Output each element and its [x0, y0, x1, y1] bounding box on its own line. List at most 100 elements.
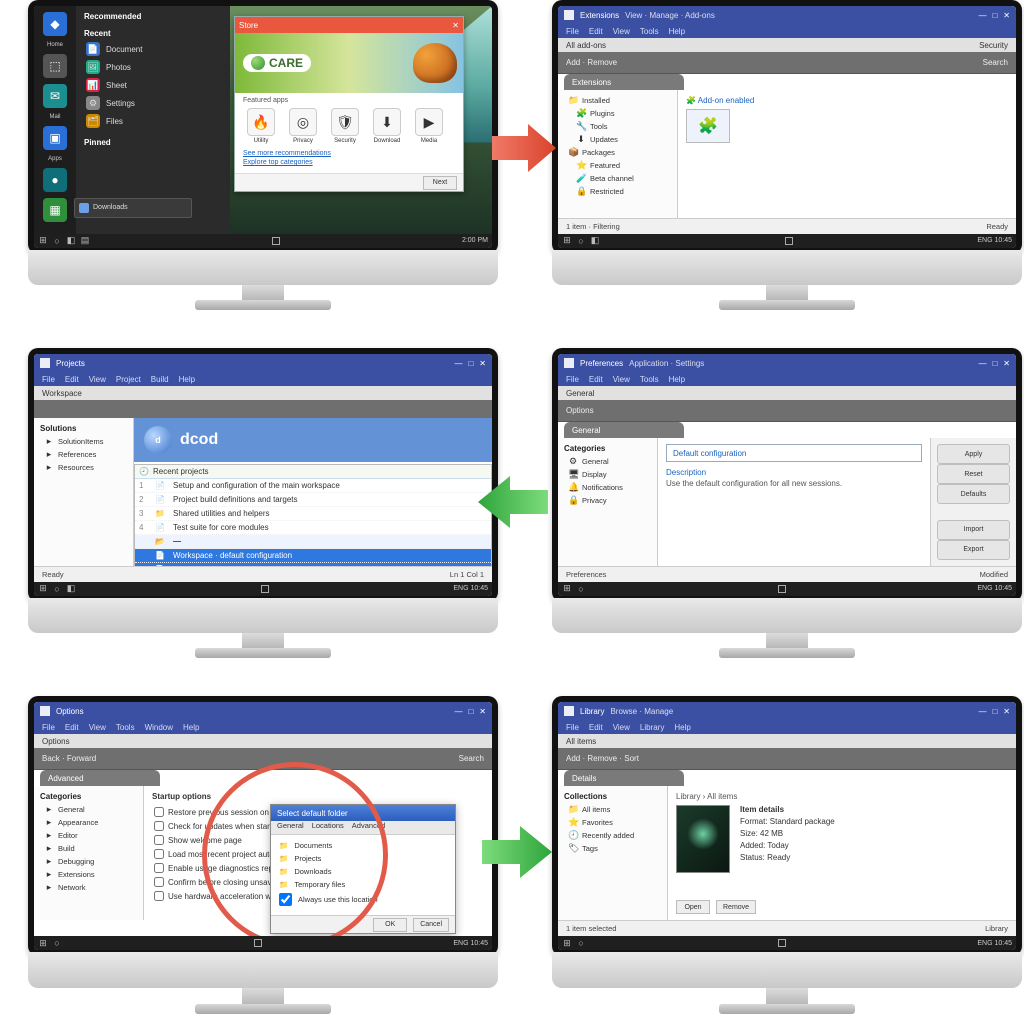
menu-item[interactable]: View	[89, 375, 106, 384]
start-icon[interactable]: ⊞	[562, 938, 572, 948]
tree-item[interactable]: 📦Packages	[562, 146, 673, 159]
start-item[interactable]: ⚙Settings	[84, 94, 222, 112]
task-icon[interactable]	[785, 237, 793, 245]
maximize-icon[interactable]: □	[992, 11, 997, 20]
menu-item[interactable]: File	[566, 723, 579, 732]
start-icon[interactable]: ⊞	[562, 584, 572, 594]
start-icon[interactable]: ⊞	[38, 236, 48, 246]
tree-item[interactable]: ⬇Updates	[562, 133, 673, 146]
tree-item[interactable]: 🔒Privacy	[562, 494, 653, 507]
sub-menu-bar[interactable]: Workspace	[34, 386, 492, 400]
task-icon[interactable]	[272, 237, 280, 245]
task-icon[interactable]	[778, 585, 786, 593]
task-icon[interactable]: ○	[52, 584, 62, 594]
folder-dialog[interactable]: Select default folder GeneralLocationsAd…	[270, 804, 456, 934]
dialog-row[interactable]: 📁Documents	[279, 841, 447, 850]
tree-item[interactable]: 🕘Recently added	[562, 829, 663, 842]
close-icon[interactable]: ✕	[479, 359, 486, 368]
minimize-icon[interactable]: —	[454, 359, 462, 368]
tree-item[interactable]: ▸Build	[38, 842, 139, 855]
dialog-tab[interactable]: General	[277, 821, 304, 834]
tree-item[interactable]: ▸Debugging	[38, 855, 139, 868]
option-checkbox[interactable]	[154, 877, 164, 887]
task-icon[interactable]: ○	[576, 236, 586, 246]
taskbar[interactable]: ⊞ ○ ENG 10:45	[34, 936, 492, 950]
task-icon[interactable]: ◧	[66, 584, 76, 594]
menu-item[interactable]: Edit	[589, 27, 603, 36]
menu-item[interactable]: Tools	[116, 723, 135, 732]
dialog-titlebar[interactable]: Select default folder	[271, 805, 455, 821]
sidebar[interactable]: Solutions ▸SolutionItems▸References▸Reso…	[34, 418, 134, 566]
sub-menu-bar[interactable]: All add-ons Security	[558, 38, 1016, 52]
start-item[interactable]: 🖼Photos	[84, 58, 222, 76]
store-tile[interactable]: 🛡Security	[327, 108, 363, 144]
list-row[interactable]: 4📄Test suite for core modules	[135, 521, 491, 535]
rail-icon[interactable]: ⬚	[43, 54, 67, 78]
start-icon[interactable]: ⊞	[38, 938, 48, 948]
toolbar-left[interactable]: Add · Remove · Sort	[566, 754, 639, 763]
dialog-row[interactable]: 📁Projects	[279, 854, 447, 863]
panel-button[interactable]: Apply	[937, 444, 1010, 464]
task-icon[interactable]: ○	[52, 938, 62, 948]
menu-item[interactable]: Tools	[640, 27, 659, 36]
minimize-icon[interactable]: —	[978, 359, 986, 368]
dialog-tabs[interactable]: GeneralLocationsAdvanced	[271, 821, 455, 835]
submenu-label[interactable]: General	[566, 389, 594, 398]
menu-item[interactable]: Window	[145, 723, 173, 732]
close-icon[interactable]: ✕	[452, 21, 459, 30]
menu-item[interactable]: Edit	[65, 723, 79, 732]
store-link[interactable]: See more recommendations	[243, 150, 455, 157]
toolbar[interactable]: Add · Remove Search	[558, 52, 1016, 74]
tree-item[interactable]: ▸References	[38, 448, 129, 461]
store-tile[interactable]: ▶Media	[411, 108, 447, 144]
submenu-label[interactable]: All items	[566, 737, 596, 746]
list-row[interactable]: 📄Workspace · default configuration	[135, 549, 491, 563]
tree-item[interactable]: ▸SolutionItems	[38, 435, 129, 448]
rail-icon[interactable]: ✉	[43, 84, 67, 108]
tree-item[interactable]: ▸Resources	[38, 461, 129, 474]
submenu-label[interactable]: All add-ons	[566, 41, 606, 50]
menu-item[interactable]: Build	[151, 375, 169, 384]
taskbar[interactable]: ⊞ ○ ◧ ENG 10:45	[34, 582, 492, 596]
sidebar[interactable]: Categories ▸General▸Appearance▸Editor▸Bu…	[34, 786, 144, 920]
menu-item[interactable]: File	[566, 27, 579, 36]
menu-bar[interactable]: FileEditViewProjectBuildHelp	[34, 372, 492, 386]
dialog-row[interactable]: 📁Temporary files	[279, 880, 447, 889]
store-link[interactable]: Explore top categories	[243, 159, 455, 166]
submenu-label[interactable]: Options	[42, 737, 70, 746]
titlebar[interactable]: Library Browse · Manage — □ ✕	[558, 702, 1016, 720]
menu-item[interactable]: File	[566, 375, 579, 384]
tree-item[interactable]: 🔔Notifications	[562, 481, 653, 494]
menu-bar[interactable]: FileEditViewToolsHelp	[558, 24, 1016, 38]
task-icon[interactable]	[778, 939, 786, 947]
tree-item[interactable]: 🧪Beta channel	[562, 172, 673, 185]
task-icon[interactable]: ◧	[590, 236, 600, 246]
option-checkbox[interactable]	[154, 849, 164, 859]
start-item[interactable]: 🗂Files	[84, 112, 222, 130]
titlebar[interactable]: Options — □ ✕	[34, 702, 492, 720]
menu-item[interactable]: Help	[669, 375, 685, 384]
maximize-icon[interactable]: □	[468, 707, 473, 716]
toolbar-right[interactable]: Search	[983, 58, 1008, 67]
tree-item[interactable]: ⭐Favorites	[562, 816, 663, 829]
taskbar[interactable]: ⊞ ○ ◧ ▤ 2:00 PM	[34, 234, 492, 248]
config-input[interactable]: Default configuration	[666, 444, 922, 462]
group-label[interactable]: Security	[979, 41, 1008, 50]
maximize-icon[interactable]: □	[992, 359, 997, 368]
taskbar[interactable]: ⊞ ○ ENG 10:45	[558, 582, 1016, 596]
start-card[interactable]: Downloads	[74, 198, 192, 218]
store-next-button[interactable]: Next	[423, 176, 457, 190]
start-item[interactable]: 📊Sheet	[84, 76, 222, 94]
item-thumbnail[interactable]	[676, 805, 730, 873]
task-icon[interactable]: ◧	[66, 236, 76, 246]
ok-button[interactable]: OK	[373, 918, 407, 932]
rail-icon[interactable]: ▣	[43, 126, 67, 150]
tree-item[interactable]: ▸General	[38, 803, 139, 816]
tree-item[interactable]: ▸Editor	[38, 829, 139, 842]
menu-item[interactable]: Edit	[589, 375, 603, 384]
tree-item[interactable]: 📁Installed	[562, 94, 673, 107]
menu-item[interactable]: Help	[183, 723, 199, 732]
titlebar[interactable]: Preferences Application · Settings — □ ✕	[558, 354, 1016, 372]
tree-item[interactable]: 🔧Tools	[562, 120, 673, 133]
list-row[interactable]: 3📁Shared utilities and helpers	[135, 507, 491, 521]
